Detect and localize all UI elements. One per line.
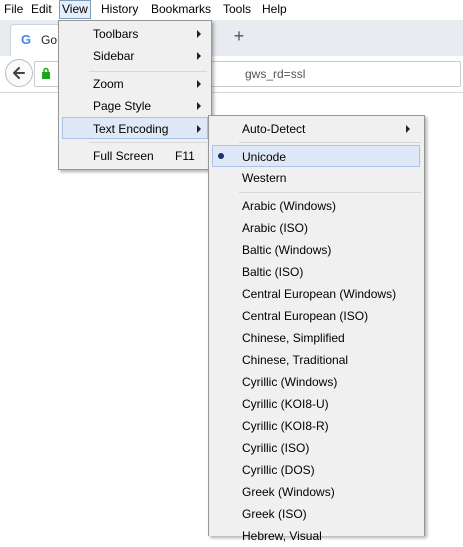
menu-history[interactable]: History (99, 1, 140, 18)
view-menu: Toolbars Sidebar Zoom Page Style Text En… (58, 20, 212, 170)
chevron-right-icon (197, 102, 201, 110)
tab-title: Go (41, 33, 58, 47)
encoding-item[interactable]: Cyrillic (ISO) (242, 437, 309, 459)
menu-tools[interactable]: Tools (221, 1, 253, 18)
back-button[interactable] (5, 59, 33, 87)
menu-edit[interactable]: Edit (29, 1, 54, 18)
text-encoding-menu: Auto-Detect Unicode Western Arabic (Wind… (208, 115, 425, 543)
menu-bar: File Edit View History Bookmarks Tools H… (0, 0, 463, 21)
url-text[interactable]: gws_rd=ssl (245, 67, 305, 81)
encoding-item[interactable]: Hebrew, Visual (242, 525, 322, 547)
menu-view[interactable]: View (59, 0, 91, 19)
encoding-item[interactable]: Central European (Windows) (242, 283, 396, 305)
encoding-item[interactable]: Chinese, Traditional (242, 349, 348, 371)
chevron-right-icon (406, 125, 410, 133)
radio-dot-icon (218, 153, 224, 159)
lock-icon (42, 67, 50, 79)
encoding-item[interactable]: Baltic (Windows) (242, 239, 331, 261)
plus-icon: + (233, 26, 245, 46)
back-arrow-icon (13, 67, 25, 79)
chevron-right-icon (197, 52, 201, 60)
new-tab-button[interactable]: + (231, 25, 247, 47)
encoding-item[interactable]: Arabic (Windows) (242, 195, 336, 217)
encoding-item[interactable]: Cyrillic (Windows) (242, 371, 337, 393)
encoding-item[interactable]: Greek (ISO) (242, 503, 307, 525)
encoding-unicode[interactable]: Unicode (212, 145, 420, 167)
menu-separator (239, 192, 421, 193)
menu-file[interactable]: File (2, 1, 25, 18)
full-screen-shortcut: F11 (175, 149, 195, 163)
menu-separator (239, 142, 421, 143)
view-menu-item-full-screen[interactable]: Full Screen F11 (93, 145, 207, 167)
view-menu-item-page-style[interactable]: Page Style (93, 95, 207, 117)
encoding-item[interactable]: Chinese, Simplified (242, 327, 345, 349)
encoding-item[interactable]: Baltic (ISO) (242, 261, 303, 283)
encoding-auto-detect[interactable]: Auto-Detect (242, 118, 418, 140)
view-menu-item-zoom[interactable]: Zoom (93, 73, 207, 95)
menu-separator (89, 142, 207, 143)
menu-bookmarks[interactable]: Bookmarks (149, 1, 213, 18)
chevron-right-icon (197, 125, 201, 133)
menu-separator (89, 71, 207, 72)
view-menu-item-text-encoding[interactable]: Text Encoding (62, 117, 208, 139)
encoding-item[interactable]: Greek (Windows) (242, 481, 335, 503)
encoding-item[interactable]: Central European (ISO) (242, 305, 368, 327)
view-menu-item-sidebar[interactable]: Sidebar (93, 45, 207, 67)
chevron-right-icon (197, 30, 201, 38)
encoding-western[interactable]: Western (242, 167, 418, 189)
encoding-item[interactable]: Cyrillic (KOI8-R) (242, 415, 329, 437)
encoding-item[interactable]: Cyrillic (KOI8-U) (242, 393, 329, 415)
chevron-right-icon (197, 80, 201, 88)
encoding-item[interactable]: Cyrillic (DOS) (242, 459, 315, 481)
view-menu-item-toolbars[interactable]: Toolbars (93, 23, 207, 45)
menu-help[interactable]: Help (260, 1, 289, 18)
google-favicon-icon: G (21, 32, 32, 47)
encoding-item[interactable]: Arabic (ISO) (242, 217, 308, 239)
